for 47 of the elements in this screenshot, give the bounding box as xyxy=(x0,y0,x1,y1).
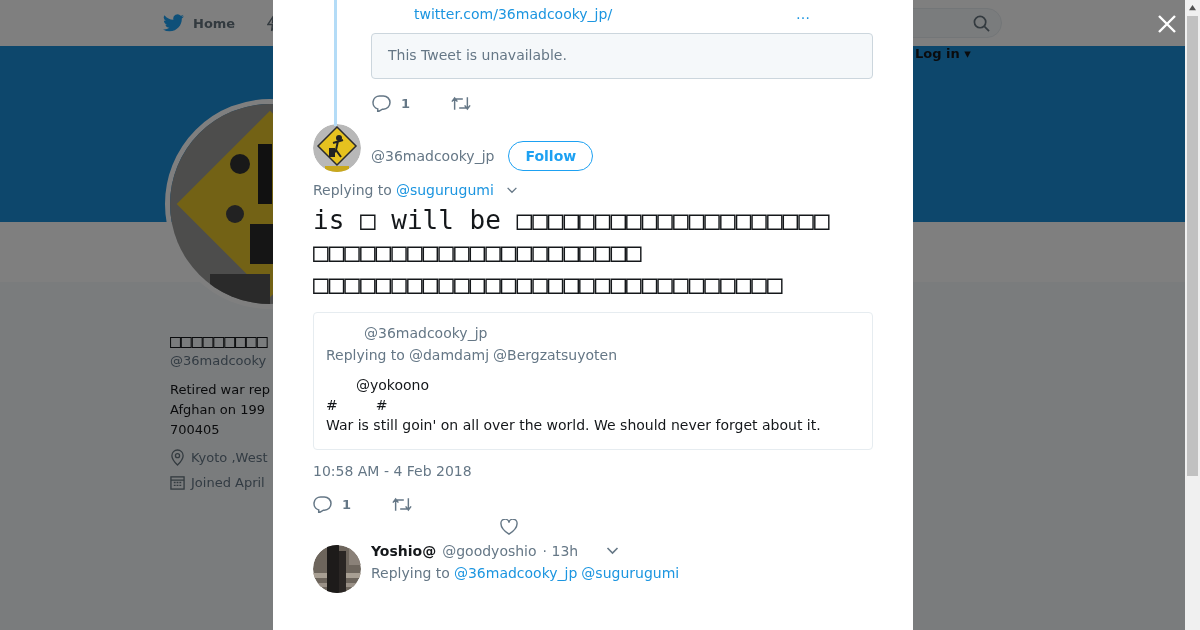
unavailable-notice: This Tweet is unavailable. xyxy=(371,33,873,79)
heart-icon[interactable] xyxy=(500,519,518,535)
tweet-text: is □ will be □□□□□□□□□□□□□□□□□□□□ □□□□□□□□□□□□□□□□□□□□□ □□□□□□□□□□□□□□□□□□□□□□□□□□□□□□ xyxy=(313,204,830,300)
retweet-icon[interactable] xyxy=(392,496,413,512)
scroll-up-icon[interactable] xyxy=(1188,4,1197,11)
hashtag-text: # xyxy=(326,396,338,415)
mention-link[interactable]: @36madcooky_jp xyxy=(453,565,578,581)
caret-icon[interactable] xyxy=(606,547,620,555)
mention-link[interactable]: @sugurugumi xyxy=(581,565,680,581)
caret-icon[interactable] xyxy=(505,186,518,194)
location-icon xyxy=(170,449,185,466)
scrollbar-thumb[interactable] xyxy=(1187,16,1198,476)
calendar-icon xyxy=(170,475,185,490)
search-icon xyxy=(973,14,990,32)
location-text: Kyoto ,West xyxy=(191,450,268,465)
profile-bio: Retired war rep Afghan on 199 700405 xyxy=(170,381,270,439)
more-link[interactable]: … xyxy=(796,6,811,26)
login-menu[interactable]: Log in ▾ xyxy=(915,46,971,61)
reply-icon[interactable] xyxy=(372,94,391,112)
reply-icon[interactable] xyxy=(313,495,332,513)
replying-label: Replying to xyxy=(371,565,450,581)
replying-label: Replying to xyxy=(326,347,405,363)
profile-handle: @36madcooky xyxy=(170,353,267,368)
tweet-timestamp: 10:58 AM - 4 Feb 2018 xyxy=(313,463,473,479)
close-icon[interactable] xyxy=(1157,14,1177,34)
mention-link[interactable]: @sugurugumi xyxy=(395,182,494,198)
scrollbar[interactable] xyxy=(1185,0,1200,630)
bird-icon xyxy=(163,14,184,32)
quote-handle: @36madcooky_jp xyxy=(364,325,489,341)
reply-count: 1 xyxy=(342,496,352,512)
mention-text: @damdamj xyxy=(408,347,490,363)
profile-name: □□□□□□□□□ xyxy=(170,330,268,351)
reply-author-handle[interactable]: @goodyoshio xyxy=(442,543,537,559)
retweet-icon[interactable] xyxy=(451,95,472,111)
reply-count: 1 xyxy=(401,95,411,111)
mention-text: @Bergzatsuyoten xyxy=(493,347,618,363)
quote-text: War is still goin' on all over the world. We should never forget about it. xyxy=(326,416,822,435)
home-link[interactable]: Home xyxy=(163,14,236,32)
reply-time[interactable]: · 13h xyxy=(542,543,579,559)
tweet-handle[interactable]: @36madcooky_jp xyxy=(371,148,495,164)
joined-text: Joined April xyxy=(191,475,265,490)
hashtag-text: # xyxy=(375,396,388,415)
reply-author-name[interactable]: Yoshio@ xyxy=(371,543,437,559)
follow-button[interactable]: Follow xyxy=(508,141,594,171)
quoted-tweet[interactable]: @36madcooky_jp Replying to @damdamj @Bergzatsuyoten @yokoono # # War is still goin' on all over the world. We should never forget about it. xyxy=(313,312,873,450)
mention-text: @yokoono xyxy=(356,376,431,395)
tweet-link[interactable]: twitter.com/36madcooky_jp/ xyxy=(414,6,613,26)
